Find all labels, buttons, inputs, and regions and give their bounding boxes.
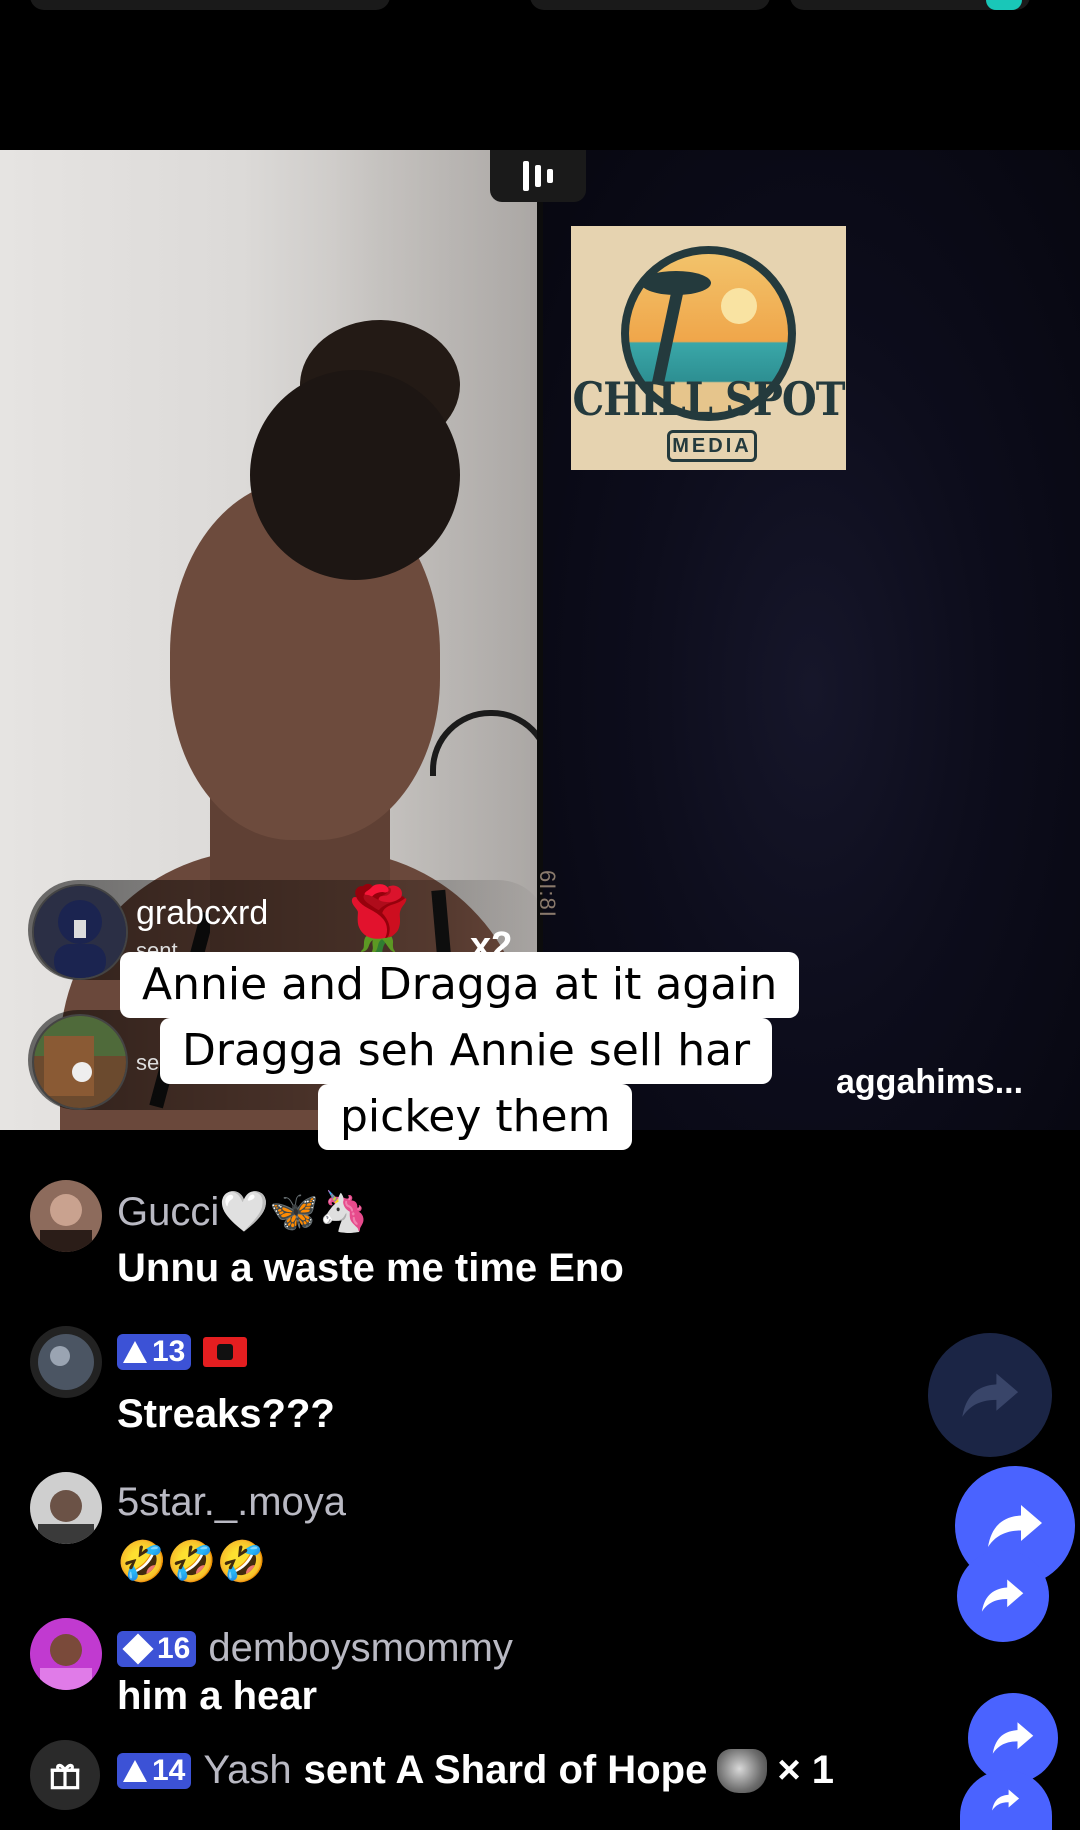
caption-line-1: Annie and Dragga at it again <box>120 952 800 1018</box>
avatar[interactable] <box>30 1618 102 1690</box>
share-button-partial[interactable] <box>960 1770 1052 1830</box>
person-hair <box>250 370 460 580</box>
chat-username[interactable]: Yash <box>203 1748 291 1793</box>
avatar[interactable] <box>32 884 128 980</box>
share-arrow-icon <box>992 1722 1034 1754</box>
logo-title: CHILL SPOT <box>572 372 845 427</box>
opponent-username[interactable]: aggahims... <box>836 1063 1023 1102</box>
albania-flag-icon <box>203 1337 248 1367</box>
chat-text: him a hear <box>117 1674 318 1718</box>
share-button-bottom[interactable] <box>968 1693 1058 1783</box>
top-status-area <box>0 0 1080 150</box>
chat-username[interactable]: 5star._.moya <box>117 1480 346 1525</box>
top-pill-middle[interactable] <box>530 0 770 10</box>
level-badge: 16 <box>117 1630 197 1667</box>
chat-username[interactable]: 16 demboysmommy <box>117 1626 513 1671</box>
chat-username[interactable]: 13 <box>117 1334 248 1370</box>
gift-sender-name: grabcxrd <box>136 894 269 932</box>
gift-sent-text-2: se <box>136 1050 160 1075</box>
gift-count: × 1 <box>777 1748 835 1792</box>
avatar[interactable] <box>30 1472 102 1544</box>
share-arrow-icon <box>962 1373 1018 1417</box>
gift-text: sent A Shard of Hope <box>303 1748 708 1792</box>
top-pill-right[interactable] <box>790 0 1030 10</box>
level-icon <box>123 1341 147 1363</box>
chat-text: 🤣🤣🤣 <box>117 1540 267 1584</box>
top-pill-left[interactable] <box>30 0 390 10</box>
share-arrow-icon <box>992 1789 1020 1811</box>
shard-of-hope-icon <box>717 1748 768 1793</box>
avatar[interactable] <box>30 1326 102 1398</box>
avatar[interactable] <box>32 1014 128 1110</box>
logo-subtitle: MEDIA <box>667 430 757 462</box>
share-button-faded[interactable] <box>928 1333 1052 1457</box>
level-icon <box>122 1632 154 1665</box>
caption-line-3: pickey them <box>318 1084 633 1150</box>
level-icon <box>123 1759 147 1782</box>
audio-level-icon[interactable] <box>490 150 586 202</box>
level-badge: 14 <box>117 1752 192 1789</box>
gift-icon[interactable] <box>30 1740 100 1810</box>
sun-icon <box>721 288 757 324</box>
avatar[interactable] <box>30 1180 102 1252</box>
share-button-small[interactable] <box>957 1550 1049 1642</box>
level-badge: 13 <box>117 1334 192 1370</box>
chill-spot-media-logo: CHILL SPOT MEDIA <box>571 226 846 470</box>
share-arrow-icon <box>982 1579 1024 1613</box>
gift-chat-message[interactable]: 14 Yash sent A Shard of Hope × 1 <box>117 1748 834 1793</box>
chat-username[interactable]: Gucci🤍🦋🦄 <box>117 1188 369 1235</box>
chat-text: Unnu a waste me time Eno <box>117 1246 624 1290</box>
caption-line-2: Dragga seh Annie sell har <box>160 1018 773 1084</box>
chat-text: Streaks??? <box>117 1392 335 1436</box>
